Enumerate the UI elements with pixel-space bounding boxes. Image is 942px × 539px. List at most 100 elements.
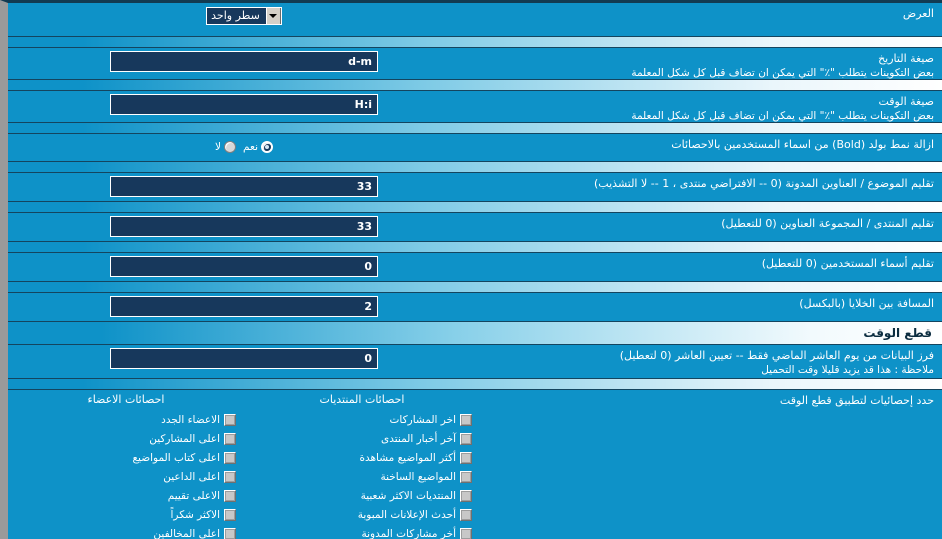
row-divider xyxy=(8,201,942,213)
checkbox-label-top-posters: اعلى المشاركين xyxy=(149,432,220,445)
checkbox-row-top-offenders[interactable]: اعلى المخالفين xyxy=(14,524,238,539)
remove-bold-radio-group: نعم لا xyxy=(215,141,273,153)
setting-control-time-format xyxy=(8,91,480,118)
checkbox-icon[interactable] xyxy=(224,451,236,464)
setting-label-remove-bold-text: ازالة نمط بولد (Bold) من اسماء المستخدمي… xyxy=(671,138,934,151)
setting-hint-cutoff-days: ملاحظة : هذا قد يزيد قليلا وقت التحميل xyxy=(761,364,934,376)
setting-label-cellspacing-text: المسافة بين الخلايا (بالبكسل) xyxy=(799,297,934,310)
stats-column-forums: احصائات المنتديات اخر المشاركات آخر أخبا… xyxy=(244,392,480,539)
cutoff-stats-columns: احصائات المنتديات اخر المشاركات آخر أخبا… xyxy=(8,390,480,539)
checkbox-icon[interactable] xyxy=(460,432,472,445)
checkbox-row-latest-classifieds[interactable]: أحدث الإعلانات المبوبة xyxy=(250,505,474,524)
checkbox-row-new-members[interactable]: الاعضاء الجدد xyxy=(14,410,238,429)
radio-icon[interactable] xyxy=(224,141,237,153)
checkbox-label-most-thanked: الاكثر شكراً xyxy=(170,508,220,521)
stats-column-members-header: احصائات الاعضاء xyxy=(87,393,165,406)
row-divider xyxy=(8,36,942,48)
checkbox-icon[interactable] xyxy=(224,470,236,483)
checkbox-label-latest-blog-posts: أخر مشاركات المدونة xyxy=(361,527,456,539)
setting-label-trim-usernames-text: تقليم أسماء المستخدمين (0 للتعطيل) xyxy=(761,257,934,270)
checkbox-row-top-rated[interactable]: الاعلى تقييم xyxy=(14,486,238,505)
setting-row-trim-usernames: تقليم أسماء المستخدمين (0 للتعطيل) xyxy=(8,253,942,281)
setting-label-cutoff-stats: حدد إحصائيات لتطبيق قطع الوقت xyxy=(480,390,942,539)
setting-row-date-format: صيغة التاريخ بعض التكوينات يتطلب "٪" الت… xyxy=(8,48,942,79)
checkbox-label-top-offenders: اعلى المخالفين xyxy=(153,527,220,539)
checkbox-icon[interactable] xyxy=(224,527,236,539)
checkbox-label-top-rated: الاعلى تقييم xyxy=(167,489,220,502)
setting-label-cutoff-stats-text: حدد إحصائيات لتطبيق قطع الوقت xyxy=(779,394,934,407)
checkbox-row-top-posters[interactable]: اعلى المشاركين xyxy=(14,429,238,448)
row-divider xyxy=(8,241,942,253)
radio-option-no-label: لا xyxy=(215,141,222,153)
setting-label-time-format-text: صيغة الوقت xyxy=(878,95,934,108)
cellspacing-input[interactable] xyxy=(110,296,378,317)
checkbox-row-popular-forums[interactable]: المنتديات الاكثر شعبية xyxy=(250,486,474,505)
checkbox-row-hot-topics[interactable]: المواضيع الساخنة xyxy=(250,467,474,486)
checkbox-row-latest-blog-posts[interactable]: أخر مشاركات المدونة xyxy=(250,524,474,539)
trim-usernames-input[interactable] xyxy=(110,256,378,277)
section-header-cutoff: قطع الوقت xyxy=(8,321,942,345)
setting-label-remove-bold: ازالة نمط بولد (Bold) من اسماء المستخدمي… xyxy=(480,134,942,155)
row-divider xyxy=(8,281,942,293)
checkbox-icon[interactable] xyxy=(224,413,236,426)
setting-row-trim-subject: تقليم الموضوع / العناوين المدونة (0 -- ا… xyxy=(8,173,942,201)
trim-subject-input[interactable] xyxy=(110,176,378,197)
display-mode-select[interactable]: سطر واحد xyxy=(206,7,282,25)
setting-label-trim-subject-text: تقليم الموضوع / العناوين المدونة (0 -- ا… xyxy=(594,177,934,190)
checkbox-label-latest-forum-news: آخر أخبار المنتدى xyxy=(381,432,456,445)
checkbox-row-top-thread-starters[interactable]: اعلى كتاب المواضيع xyxy=(14,448,238,467)
trim-forum-input[interactable] xyxy=(110,216,378,237)
radio-option-yes[interactable]: نعم xyxy=(243,141,273,153)
checkbox-label-new-members: الاعضاء الجدد xyxy=(161,413,220,426)
setting-label-cutoff-days-text: فرز البيانات من يوم العاشر الماضي فقط --… xyxy=(619,349,934,362)
checkbox-icon[interactable] xyxy=(224,508,236,521)
checkbox-icon[interactable] xyxy=(460,413,472,426)
checkbox-icon[interactable] xyxy=(460,508,472,521)
setting-label-trim-forum: تقليم المنتدى / المجموعة العناوين (0 للت… xyxy=(480,213,942,234)
checkbox-row-most-thanked[interactable]: الاكثر شكراً xyxy=(14,505,238,524)
checkbox-icon[interactable] xyxy=(224,432,236,445)
stats-column-members: احصائات الاعضاء الاعضاء الجدد اعلى المشا… xyxy=(8,392,244,539)
setting-control-display: سطر واحد xyxy=(8,3,480,29)
radio-icon[interactable] xyxy=(261,141,273,153)
date-format-input[interactable] xyxy=(110,51,378,72)
checkbox-row-latest-posts[interactable]: اخر المشاركات xyxy=(250,410,474,429)
setting-row-remove-bold: ازالة نمط بولد (Bold) من اسماء المستخدمي… xyxy=(8,134,942,161)
row-divider xyxy=(8,161,942,173)
checkbox-icon[interactable] xyxy=(460,451,472,464)
setting-row-cellspacing: المسافة بين الخلايا (بالبكسل) xyxy=(8,293,942,321)
setting-control-trim-usernames xyxy=(8,253,480,280)
checkbox-label-popular-forums: المنتديات الاكثر شعبية xyxy=(360,489,456,502)
checkbox-label-hot-topics: المواضيع الساخنة xyxy=(380,470,456,483)
chevron-down-icon[interactable] xyxy=(265,8,281,24)
setting-control-trim-forum xyxy=(8,213,480,240)
setting-control-date-format xyxy=(8,48,480,75)
setting-row-time-format: صيغة الوقت بعض التكوينات يتطلب "٪" التي … xyxy=(8,91,942,122)
setting-label-trim-forum-text: تقليم المنتدى / المجموعة العناوين (0 للت… xyxy=(721,217,934,230)
setting-control-trim-subject xyxy=(8,173,480,200)
checkbox-row-top-referrers[interactable]: اعلى الداعين xyxy=(14,467,238,486)
setting-hint-time-format: بعض التكوينات يتطلب "٪" التي يمكن ان تضا… xyxy=(631,110,934,122)
setting-row-trim-forum: تقليم المنتدى / المجموعة العناوين (0 للت… xyxy=(8,213,942,241)
radio-option-no[interactable]: لا xyxy=(215,141,237,153)
checkbox-icon[interactable] xyxy=(460,470,472,483)
checkbox-row-most-viewed-topics[interactable]: أكثر المواضيع مشاهدة xyxy=(250,448,474,467)
display-mode-select-value: سطر واحد xyxy=(211,9,260,22)
setting-label-time-format: صيغة الوقت بعض التكوينات يتطلب "٪" التي … xyxy=(480,91,942,126)
setting-control-cutoff-days xyxy=(8,345,480,372)
checkbox-label-most-viewed-topics: أكثر المواضيع مشاهدة xyxy=(359,451,457,464)
setting-row-display: العرض سطر واحد xyxy=(8,3,942,36)
setting-label-cellspacing: المسافة بين الخلايا (بالبكسل) xyxy=(480,293,942,314)
setting-label-date-format: صيغة التاريخ بعض التكوينات يتطلب "٪" الت… xyxy=(480,48,942,83)
checkbox-icon[interactable] xyxy=(224,489,236,502)
checkbox-row-latest-forum-news[interactable]: آخر أخبار المنتدى xyxy=(250,429,474,448)
setting-row-cutoff-days: فرز البيانات من يوم العاشر الماضي فقط --… xyxy=(8,345,942,378)
time-format-input[interactable] xyxy=(110,94,378,115)
checkbox-label-top-thread-starters: اعلى كتاب المواضيع xyxy=(132,451,220,464)
setting-row-cutoff-stats: حدد إحصائيات لتطبيق قطع الوقت احصائات ال… xyxy=(8,390,942,539)
cutoff-days-input[interactable] xyxy=(110,348,378,369)
checkbox-icon[interactable] xyxy=(460,527,472,539)
setting-control-cellspacing xyxy=(8,293,480,320)
setting-label-trim-subject: تقليم الموضوع / العناوين المدونة (0 -- ا… xyxy=(480,173,942,194)
checkbox-icon[interactable] xyxy=(460,489,472,502)
